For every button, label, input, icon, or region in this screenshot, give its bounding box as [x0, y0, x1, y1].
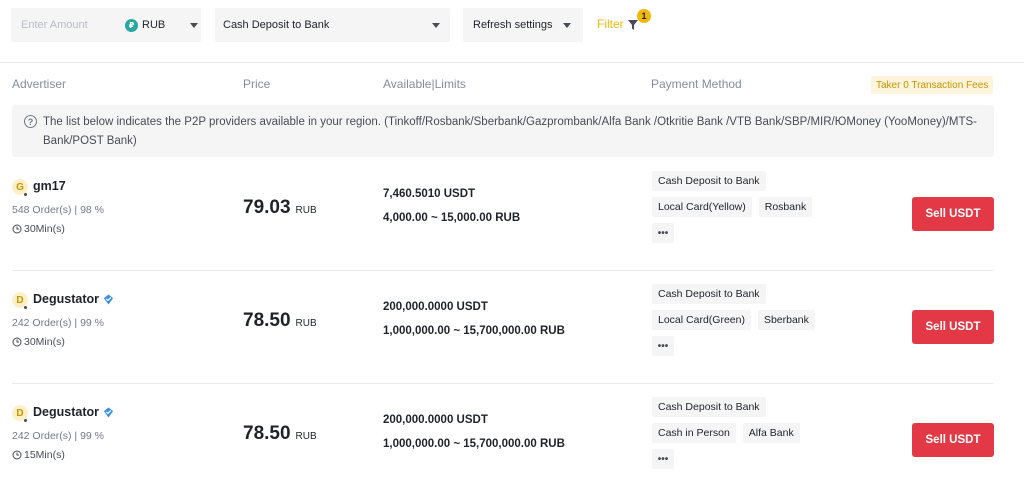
amount-box: ₽ RUB [11, 8, 201, 42]
funnel-icon [627, 20, 638, 30]
divider [0, 62, 1024, 63]
ad-row: G gm17 548 Order(s) | 98 % 30Min(s) 79.0… [12, 157, 994, 270]
order-limits: 1,000,000.00 ~ 15,700,000.00 RUB [383, 325, 565, 337]
payment-methods-line: Cash Deposit to Bank [652, 397, 892, 417]
payment-methods-line: Local Card(Yellow) Rosbank [652, 197, 892, 217]
more-methods-button[interactable]: ••• [652, 223, 674, 243]
filter-bar: ₽ RUB Cash Deposit to Bank Refresh setti… [0, 0, 1024, 62]
filter-button[interactable]: Filter [597, 14, 638, 34]
price: 78.50 RUB [243, 423, 317, 445]
payment-method-tag: Cash Deposit to Bank [652, 171, 766, 191]
refresh-settings-select[interactable]: Refresh settings [463, 8, 583, 42]
sell-usdt-button[interactable]: Sell USDT [912, 197, 994, 231]
price-value: 79.03 [243, 197, 291, 218]
advertiser-name-text: Degustator [33, 405, 99, 419]
payment-time-text: 30Min(s) [24, 223, 65, 235]
sell-usdt-button[interactable]: Sell USDT [912, 310, 994, 344]
amount-input[interactable] [11, 8, 116, 42]
payment-time: 30Min(s) [12, 223, 65, 235]
payment-method-tag: Cash Deposit to Bank [652, 397, 766, 417]
filter-count-badge: 1 [637, 9, 651, 23]
payment-methods-line: ••• [652, 449, 892, 469]
currency-label: RUB [142, 19, 166, 31]
payment-methods-line: Cash in Person Alfa Bank [652, 423, 892, 443]
payment-time: 15Min(s) [12, 449, 65, 461]
column-header-advertiser: Advertiser [12, 77, 67, 91]
clock-icon [12, 337, 22, 347]
region-notice: ? The list below indicates the P2P provi… [12, 105, 994, 157]
payment-methods: Cash Deposit to Bank Local Card(Yellow) R… [652, 171, 892, 249]
payment-method-tag: Sberbank [757, 310, 815, 330]
column-header-price: Price [243, 77, 271, 91]
price-currency: RUB [295, 205, 317, 216]
payment-time-text: 30Min(s) [24, 336, 65, 348]
payment-method-tag: Cash Deposit to Bank [652, 284, 766, 304]
advertiser-name-text: Degustator [33, 292, 99, 306]
payment-methods-line: Cash Deposit to Bank [652, 284, 892, 304]
order-stats: 242 Order(s) | 99 % [12, 317, 105, 329]
question-icon: ? [24, 115, 37, 128]
price: 79.03 RUB [243, 197, 317, 219]
payment-method-tag: Cash in Person [652, 423, 736, 443]
payment-methods-line: Cash Deposit to Bank [652, 171, 892, 191]
available-amount: 7,460.5010 USDT [383, 188, 476, 200]
currency-select[interactable]: ₽ RUB [124, 8, 201, 42]
price-currency: RUB [295, 431, 317, 442]
payment-time-text: 15Min(s) [24, 449, 65, 461]
taker-fee-badge: Taker 0 Transaction Fees [871, 76, 994, 94]
verified-badge-icon [103, 293, 114, 305]
online-dot [24, 306, 27, 309]
available-amount: 200,000.0000 USDT [383, 414, 488, 426]
payment-method-tag: Local Card(Yellow) [652, 197, 752, 217]
payment-method-select[interactable]: Cash Deposit to Bank [215, 8, 450, 42]
payment-methods-line: ••• [652, 223, 892, 243]
price-value: 78.50 [243, 310, 291, 331]
ad-row: D Degustator 242 Order(s) | 99 % 15Min(s… [12, 383, 994, 483]
chevron-down-icon [563, 23, 571, 28]
clock-icon [12, 224, 22, 234]
verified-badge-icon [103, 406, 114, 418]
online-dot [24, 419, 27, 422]
advertiser-name-text: gm17 [33, 179, 66, 193]
refresh-settings-label: Refresh settings [473, 19, 553, 31]
filter-label: Filter [597, 17, 624, 31]
ad-row: D Degustator 242 Order(s) | 99 % 30Min(s… [12, 270, 994, 383]
payment-methods-line: Local Card(Green) Sberbank [652, 310, 892, 330]
payment-method-tag: Alfa Bank [742, 423, 800, 443]
clock-icon [12, 450, 22, 460]
column-header-payment: Payment Method [651, 77, 742, 91]
order-stats: 548 Order(s) | 98 % [12, 204, 105, 216]
payment-methods-line: ••• [652, 336, 892, 356]
price-value: 78.50 [243, 423, 291, 444]
available-amount: 200,000.0000 USDT [383, 301, 488, 313]
order-stats: 242 Order(s) | 99 % [12, 430, 105, 442]
order-limits: 4,000.00 ~ 15,000.00 RUB [383, 212, 521, 224]
chevron-down-icon [190, 23, 198, 28]
payment-method-tag: Rosbank [758, 197, 813, 217]
advertiser-name[interactable]: gm17 [33, 179, 66, 193]
payment-method-tag: Local Card(Green) [652, 310, 751, 330]
payment-time: 30Min(s) [12, 336, 65, 348]
advertiser-name[interactable]: Degustator [33, 292, 114, 306]
more-methods-button[interactable]: ••• [652, 449, 674, 469]
payment-methods: Cash Deposit to Bank Cash in Person Alfa … [652, 397, 892, 475]
chevron-down-icon [432, 23, 440, 28]
notice-text: The list below indicates the P2P provide… [43, 116, 977, 147]
advertiser-name[interactable]: Degustator [33, 405, 114, 419]
more-methods-button[interactable]: ••• [652, 336, 674, 356]
column-header-available: Available|Limits [383, 77, 466, 91]
order-limits: 1,000,000.00 ~ 15,700,000.00 RUB [383, 438, 565, 450]
ruble-icon: ₽ [125, 18, 138, 32]
payment-methods: Cash Deposit to Bank Local Card(Green) Sb… [652, 284, 892, 362]
price: 78.50 RUB [243, 310, 317, 332]
online-dot [24, 193, 27, 196]
payment-method-label: Cash Deposit to Bank [223, 19, 330, 31]
price-currency: RUB [295, 318, 317, 329]
sell-usdt-button[interactable]: Sell USDT [912, 423, 994, 457]
